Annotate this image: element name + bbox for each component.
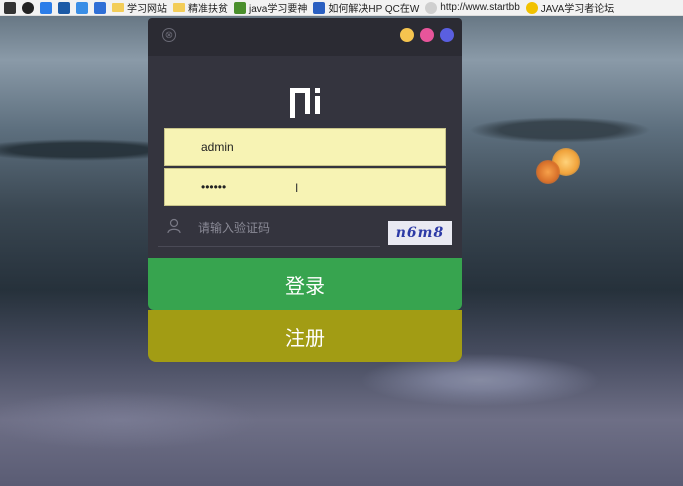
bookmark-folder[interactable]: 精准扶贫 — [173, 0, 228, 15]
globe-icon — [425, 1, 438, 14]
app-icon — [40, 1, 52, 14]
bookmark-item[interactable]: 如何解决HP QC在W — [313, 0, 419, 15]
bookmark-item[interactable] — [76, 1, 88, 14]
close-icon[interactable]: ⊗ — [162, 28, 176, 42]
username-value: admin — [201, 140, 234, 154]
pink-dot-button[interactable] — [420, 28, 434, 42]
bookmark-label: 学习网站 — [127, 4, 167, 15]
user-icon — [167, 218, 181, 234]
brand-logo-icon — [290, 88, 320, 118]
bookmark-label: 如何解决HP QC在W — [328, 4, 420, 15]
bookmark-item[interactable]: JAVA学习者论坛 — [525, 0, 615, 15]
bookmark-label: java学习要神 — [249, 4, 308, 15]
app-icon — [76, 1, 88, 14]
title-bar: ⊗ — [148, 18, 462, 56]
captcha-text: n6m8 — [395, 225, 445, 241]
folder-icon — [173, 3, 185, 12]
bookmark-item[interactable] — [94, 1, 106, 14]
login-panel: admin •••••• I n6m8 — [148, 56, 462, 258]
captcha-image[interactable]: n6m8 — [388, 221, 452, 245]
app-icon — [4, 1, 16, 14]
username-field[interactable]: admin — [164, 128, 446, 166]
password-value: •••••• — [201, 180, 227, 194]
captcha-row — [158, 208, 380, 247]
folder-icon — [234, 1, 246, 14]
captcha-input[interactable] — [196, 216, 370, 240]
folder-icon — [112, 3, 124, 12]
yellow-dot-button[interactable] — [400, 28, 414, 42]
bookmark-item[interactable] — [58, 1, 70, 14]
bookmark-item[interactable] — [4, 1, 16, 14]
app-icon — [94, 1, 106, 14]
paw-icon — [313, 1, 326, 14]
bookmark-folder[interactable]: java学习要神 — [234, 0, 307, 15]
bulb-icon — [525, 1, 538, 14]
register-button[interactable]: 注册 — [148, 310, 462, 362]
purple-dot-button[interactable] — [440, 28, 454, 42]
bookmark-label: JAVA学习者论坛 — [540, 4, 615, 15]
bookmark-item[interactable] — [22, 1, 34, 14]
bokeh-light — [536, 160, 560, 184]
text-cursor-icon: I — [295, 181, 299, 195]
bookmark-label: 精准扶贫 — [188, 4, 228, 15]
login-window: ⊗ admin •••••• I n6m8 — [148, 18, 462, 362]
bookmark-item[interactable]: http://www.startbb — [425, 1, 520, 14]
app-icon — [58, 1, 70, 14]
bookmark-item[interactable] — [40, 1, 52, 14]
login-button[interactable]: 登录 — [148, 258, 462, 310]
bookmarks-bar: 学习网站 精准扶贫 java学习要神 如何解决HP QC在W http://ww… — [0, 0, 683, 16]
github-icon — [22, 1, 34, 14]
bookmark-folder[interactable]: 学习网站 — [112, 0, 167, 15]
password-field[interactable]: •••••• I — [164, 168, 446, 206]
bookmark-label: http://www.startbb — [440, 2, 520, 13]
